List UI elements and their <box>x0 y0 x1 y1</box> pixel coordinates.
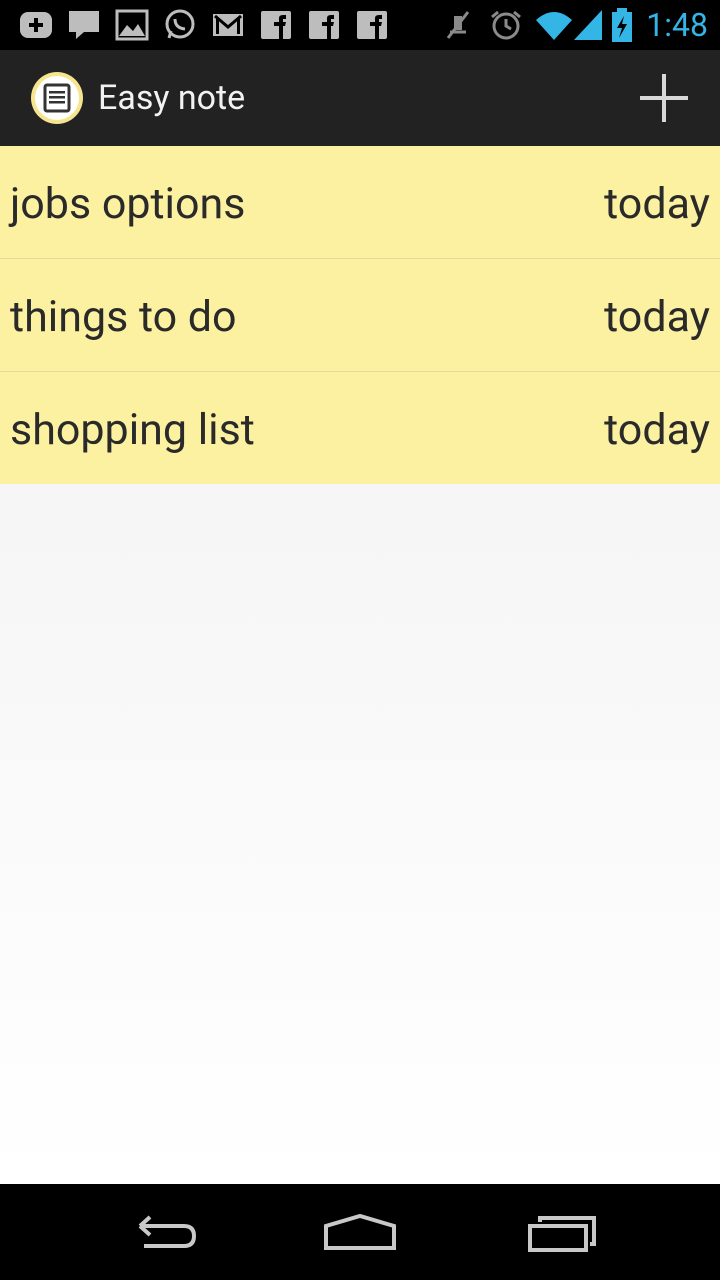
status-time: 1:48 <box>646 6 708 44</box>
facebook-icon <box>261 11 291 39</box>
status-bar: 1:48 <box>0 0 720 50</box>
battery-charging-icon <box>612 8 632 42</box>
note-date: today <box>604 292 710 342</box>
alarm-icon <box>491 10 521 40</box>
note-list: jobs options today things to do today sh… <box>0 146 720 484</box>
notes-area: jobs options today things to do today sh… <box>0 146 720 1184</box>
home-button[interactable] <box>310 1204 410 1260</box>
home-icon <box>324 1213 396 1250</box>
note-row-things-to-do[interactable]: things to do today <box>0 259 720 372</box>
facebook-icon <box>357 11 387 39</box>
note-row-jobs-options[interactable]: jobs options today <box>0 146 720 259</box>
facebook-icon <box>309 11 339 39</box>
app-title: Easy note <box>98 78 246 118</box>
recent-apps-button[interactable] <box>512 1204 612 1260</box>
note-date: today <box>604 405 710 455</box>
note-row-shopping-list[interactable]: shopping list today <box>0 372 720 484</box>
back-button[interactable] <box>110 1204 210 1260</box>
add-notification-icon <box>20 12 52 38</box>
action-bar: Easy note <box>0 50 720 146</box>
mute-icon <box>446 11 470 39</box>
gmail-icon <box>213 14 243 36</box>
message-icon <box>69 11 99 39</box>
whatsapp-icon <box>165 9 195 39</box>
note-title: shopping list <box>10 405 255 455</box>
wifi-icon <box>536 12 572 40</box>
note-date: today <box>604 179 710 229</box>
note-title: things to do <box>10 292 237 342</box>
navigation-bar <box>0 1184 720 1280</box>
back-icon <box>138 1215 197 1248</box>
image-icon <box>115 9 149 41</box>
note-title: jobs options <box>10 179 246 229</box>
note-icon[interactable] <box>30 71 84 125</box>
plus-icon <box>640 74 688 122</box>
signal-icon <box>574 10 602 40</box>
recent-apps-icon <box>528 1216 596 1252</box>
add-note-button[interactable] <box>624 60 704 136</box>
